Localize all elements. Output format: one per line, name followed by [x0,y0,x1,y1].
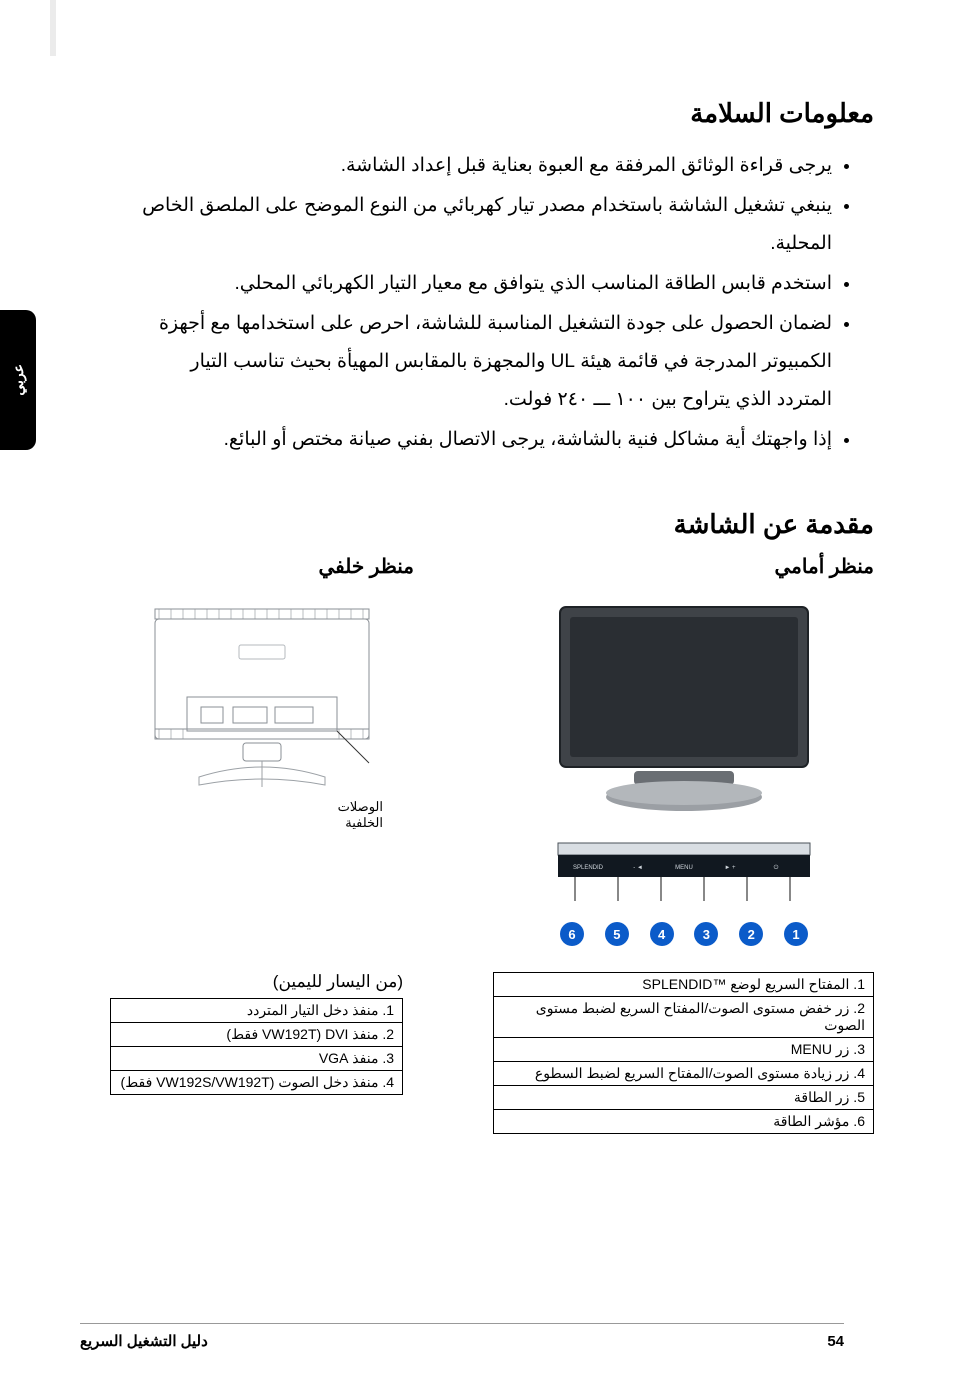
monitor-rear-icon [147,601,377,801]
rear-legend-wrap: (من اليسار لليمين) 1. منفذ دخل التيار ال… [110,972,403,1095]
svg-text:SPLENDID: SPLENDID [573,865,604,871]
rear-view-title: منظر خلفي [110,554,414,579]
callout-number: 5 [605,922,629,946]
rear-view-figure: الوصلات الخلفية [110,601,414,801]
rear-legend-caption: (من اليسار لليمين) [110,972,403,992]
svg-text:MENU: MENU [675,865,693,871]
safety-bullet: إذا واجهتك أية مشاكل فنية بالشاشة، يرجى … [138,421,832,459]
table-row: 4. زر زيادة مستوى الصوت/المفتاح السريع ل… [494,1062,874,1086]
front-view-title: منظر أمامي [494,554,874,579]
table-row: 3. منفذ VGA [111,1047,403,1071]
rear-connectors-label: الوصلات الخلفية [338,799,383,832]
safety-heading: معلومات السلامة [110,98,874,129]
safety-bullet-list: يرجى قراءة الوثائق المرفقة مع العبوة بعن… [110,147,874,459]
footer-title: دليل التشغيل السريع [80,1332,208,1350]
monitor-front-icon [554,601,814,831]
page-footer: 54 دليل التشغيل السريع [80,1323,844,1350]
callout-number: 6 [560,922,584,946]
callout-number: 1 [784,922,808,946]
safety-bullet: ينبغي تشغيل الشاشة باستخدام مصدر تيار كه… [138,187,832,263]
callout-number: 4 [650,922,674,946]
rear-legend-table: 1. منفذ دخل التيار المتردد 2. منفذ DVI (… [110,998,403,1095]
front-view-figure [494,601,874,831]
table-row: 6. مؤشر الطاقة [494,1110,874,1134]
svg-text:◄ -: ◄ - [633,865,643,871]
safety-bullet: لضمان الحصول على جودة التشغيل المناسبة ل… [138,305,832,419]
safety-bullet: استخدم قابس الطاقة المناسب الذي يتوافق م… [138,265,832,303]
safety-bullet: يرجى قراءة الوثائق المرفقة مع العبوة بعن… [138,147,832,185]
table-row: 2. زر خفض مستوى الصوت/المفتاح السريع لضب… [494,997,874,1038]
side-language-tab: عربي [0,310,36,450]
callout-number: 3 [694,922,718,946]
table-row: 5. زر الطاقة [494,1086,874,1110]
side-tab-label: عربي [10,364,26,396]
svg-text:+ ►: + ► [724,865,736,871]
page-number: 54 [827,1333,844,1350]
table-row: 3. زر MENU [494,1038,874,1062]
button-panel-icon: SPLENDID ◄ - MENU + ► ⏻ [554,839,814,909]
svg-text:⏻: ⏻ [774,864,779,871]
callout-number: 2 [739,922,763,946]
intro-heading: مقدمة عن الشاشة [110,509,874,540]
table-row: 4. منفذ دخل الصوت (VW192S/VW192T فقط) [111,1071,403,1095]
table-row: 2. منفذ DVI (VW192T فقط) [111,1023,403,1047]
front-legend-table: 1. المفتاح السريع لوضع ™SPLENDID 2. زر خ… [493,972,874,1134]
front-callouts: SPLENDID ◄ - MENU + ► ⏻ [494,839,874,946]
callout-numbers: 1 2 3 4 5 6 [554,922,814,946]
front-legend-wrap: 1. المفتاح السريع لوضع ™SPLENDID 2. زر خ… [493,972,874,1134]
table-row: 1. منفذ دخل التيار المتردد [111,999,403,1023]
table-row: 1. المفتاح السريع لوضع ™SPLENDID [494,973,874,997]
